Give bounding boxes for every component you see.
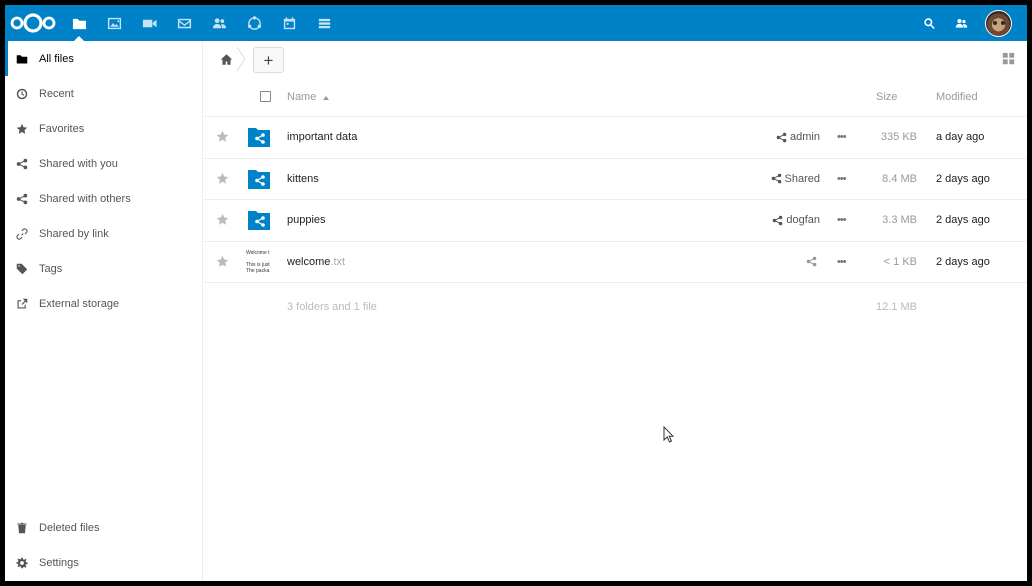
- share-icon: [776, 132, 787, 142]
- share-button[interactable]: [806, 256, 820, 267]
- user-avatar[interactable]: [985, 10, 1012, 37]
- text-file-thumbnail[interactable]: Welcome t This is just The packa: [246, 250, 274, 274]
- sidebar-item-label: Shared with you: [39, 157, 118, 170]
- column-header-size[interactable]: Size: [876, 91, 897, 103]
- share-icon: [806, 256, 817, 266]
- sidebar-item-shared-by-link[interactable]: Shared by link: [5, 216, 203, 251]
- share-status[interactable]: dogfan: [772, 214, 820, 226]
- sidebar-item-settings[interactable]: Settings: [5, 545, 203, 580]
- file-list-summary: 3 folders and 1 file 12.1 MB: [204, 283, 1027, 331]
- file-name[interactable]: important data: [287, 131, 357, 143]
- sidebar-item-label: Recent: [39, 87, 74, 100]
- sidebar-item-recent[interactable]: Recent: [5, 76, 203, 111]
- modified-date: a day ago: [936, 131, 985, 143]
- nextcloud-window: All files Recent Favorites Shared with y…: [5, 5, 1027, 581]
- more-actions-icon[interactable]: •••: [837, 173, 847, 185]
- deck-app-icon[interactable]: [306, 5, 342, 41]
- trash-icon: [15, 521, 29, 535]
- files-app-icon[interactable]: [61, 5, 97, 41]
- sidebar-item-label: Favorites: [39, 122, 85, 135]
- sidebar-item-deleted-files[interactable]: Deleted files: [5, 510, 203, 545]
- table-row[interactable]: kittens Shared ••• 8.4 MB 2 days ago: [204, 159, 1027, 200]
- file-name[interactable]: puppies: [287, 214, 326, 226]
- circles-app-icon[interactable]: [236, 5, 272, 41]
- file-list: Name Size Modified important data admin …: [204, 79, 1027, 331]
- sidebar-item-label: Shared with others: [39, 192, 131, 205]
- clock-icon: [15, 87, 29, 101]
- sidebar-item-favorites[interactable]: Favorites: [5, 111, 203, 146]
- sidebar-item-label: External storage: [39, 297, 120, 310]
- star-icon[interactable]: [216, 213, 230, 227]
- app-navigation: All files Recent Favorites Shared with y…: [5, 41, 203, 581]
- file-name[interactable]: welcome.txt: [287, 256, 345, 268]
- photos-app-icon[interactable]: [96, 5, 132, 41]
- sidebar-item-all-files[interactable]: All files: [5, 41, 203, 76]
- folder-icon: [15, 52, 29, 66]
- table-row[interactable]: puppies dogfan ••• 3.3 MB 2 days ago: [204, 200, 1027, 242]
- modified-date: 2 days ago: [936, 214, 990, 226]
- video-call-app-icon[interactable]: [131, 5, 167, 41]
- mail-app-icon[interactable]: [166, 5, 202, 41]
- star-icon: [15, 122, 29, 136]
- more-actions-icon[interactable]: •••: [837, 131, 847, 143]
- summary-size: 12.1 MB: [876, 301, 917, 313]
- sidebar-item-label: All files: [39, 52, 74, 65]
- column-header-modified[interactable]: Modified: [936, 91, 978, 103]
- shared-folder-icon[interactable]: [248, 169, 270, 189]
- sidebar-item-shared-with-you[interactable]: Shared with you: [5, 146, 203, 181]
- summary-count: 3 folders and 1 file: [287, 301, 377, 313]
- table-row[interactable]: Welcome t This is just The packa welcome…: [204, 242, 1027, 283]
- table-row[interactable]: important data admin ••• 335 KB a day ag…: [204, 117, 1027, 159]
- sidebar-item-label: Deleted files: [39, 521, 100, 534]
- contacts-menu-icon[interactable]: [945, 5, 977, 41]
- sidebar-item-label: Settings: [39, 556, 79, 569]
- star-icon[interactable]: [216, 172, 230, 186]
- shared-folder-icon[interactable]: [248, 127, 270, 147]
- sidebar-item-external-storage[interactable]: External storage: [5, 286, 203, 321]
- sidebar-item-label: Shared by link: [39, 227, 109, 240]
- star-icon[interactable]: [216, 255, 230, 269]
- share-icon: [773, 215, 783, 225]
- home-icon[interactable]: [214, 49, 238, 69]
- contacts-app-icon[interactable]: [201, 5, 237, 41]
- more-actions-icon[interactable]: •••: [837, 214, 847, 226]
- file-size: 3.3 MB: [882, 214, 917, 226]
- sidebar-item-tags[interactable]: Tags: [5, 251, 203, 286]
- share-icon: [15, 192, 29, 206]
- calendar-app-icon[interactable]: [271, 5, 307, 41]
- link-icon: [15, 227, 29, 241]
- share-status[interactable]: admin: [776, 131, 820, 143]
- sort-ascending-icon: [323, 96, 329, 100]
- breadcrumb-separator-icon: [236, 47, 246, 71]
- modified-date: 2 days ago: [936, 255, 990, 268]
- file-name[interactable]: kittens: [287, 173, 319, 185]
- more-actions-icon[interactable]: •••: [837, 256, 847, 268]
- gear-icon: [15, 556, 29, 570]
- file-list-header: Name Size Modified: [204, 79, 1027, 117]
- modified-date: 2 days ago: [936, 172, 990, 185]
- select-all-checkbox[interactable]: [260, 91, 271, 102]
- tag-icon: [15, 262, 29, 276]
- nextcloud-logo-icon[interactable]: [8, 11, 58, 35]
- file-size: 335 KB: [880, 131, 917, 143]
- mouse-cursor-icon: [663, 426, 675, 443]
- new-file-button[interactable]: +: [253, 47, 284, 73]
- sidebar-item-label: Tags: [39, 262, 63, 275]
- shared-folder-icon[interactable]: [248, 210, 270, 230]
- file-size: < 1 KB: [883, 255, 917, 268]
- search-icon[interactable]: [913, 5, 945, 41]
- share-status[interactable]: Shared: [771, 173, 820, 185]
- share-icon: [15, 157, 29, 171]
- file-size: 8.4 MB: [882, 172, 917, 185]
- sidebar-item-shared-with-others[interactable]: Shared with others: [5, 181, 203, 216]
- share-icon: [771, 173, 781, 184]
- column-header-name[interactable]: Name: [287, 91, 316, 103]
- star-icon[interactable]: [216, 130, 230, 144]
- external-icon: [15, 297, 29, 311]
- top-header: [5, 5, 1027, 41]
- breadcrumb-controls: +: [204, 41, 1027, 79]
- grid-view-toggle-icon[interactable]: [1002, 52, 1016, 66]
